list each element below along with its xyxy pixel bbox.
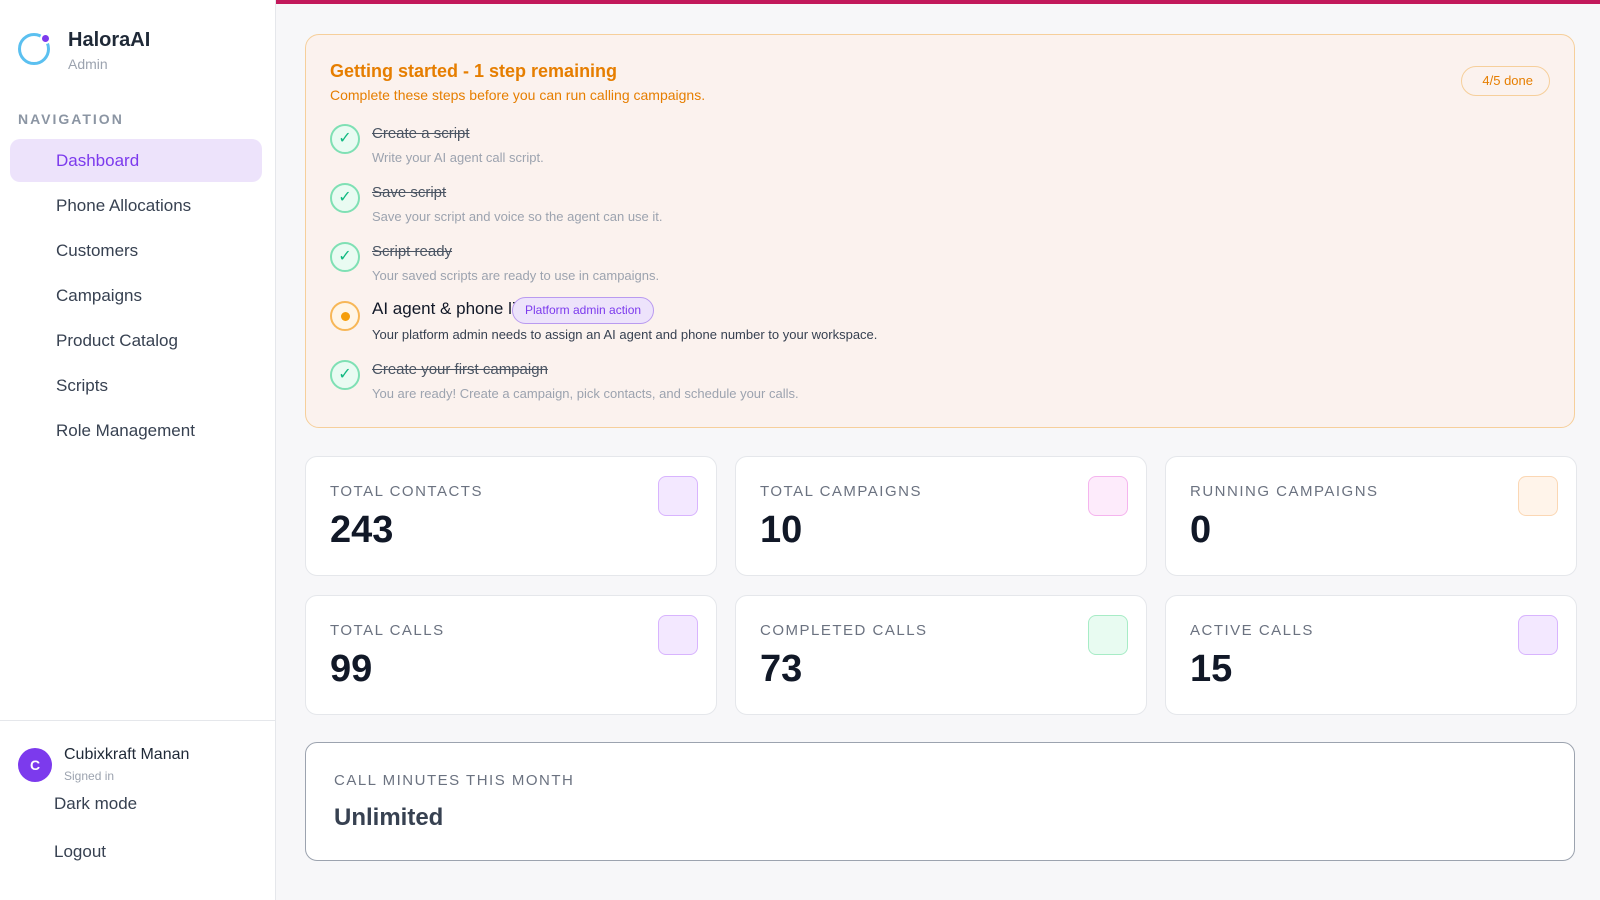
stat-value: 10 [760, 509, 803, 551]
sidebar-item-scripts[interactable]: Scripts [10, 364, 262, 407]
brand[interactable]: HaloraAI Admin [18, 28, 150, 72]
check-icon: ✓ [330, 360, 360, 390]
nav-heading: NAVIGATION [18, 111, 124, 127]
check-icon: ✓ [330, 242, 360, 272]
getting-started-panel: Getting started - 1 step remaining Compl… [305, 34, 1575, 428]
stat-card-completed-calls[interactable]: COMPLETED CALLS 73 [735, 595, 1147, 715]
active-calls-icon [1518, 615, 1558, 655]
stat-card-total-campaigns[interactable]: TOTAL CAMPAIGNS 10 [735, 456, 1147, 576]
step-description: Write your AI agent call script. [372, 150, 544, 165]
sidebar-footer: C Cubixkraft Manan Signed in Dark mode L… [0, 720, 275, 900]
pending-dot-icon [330, 301, 360, 331]
campaigns-icon [1088, 476, 1128, 516]
user-name: Cubixkraft Manan [64, 746, 190, 763]
sidebar-item-campaigns[interactable]: Campaigns [10, 274, 262, 317]
stat-label: TOTAL CAMPAIGNS [760, 483, 922, 500]
user-status: Signed in [64, 769, 115, 783]
call-minutes-label: CALL MINUTES THIS MONTH [334, 772, 575, 789]
brand-name: HaloraAI [68, 29, 151, 51]
sidebar-item-dashboard[interactable]: Dashboard [10, 139, 262, 182]
step-description: Your saved scripts are ready to use in c… [372, 268, 660, 283]
sidebar-item-product-catalog[interactable]: Product Catalog [10, 319, 262, 362]
step-title: Script ready [372, 243, 453, 260]
stat-label: TOTAL CONTACTS [330, 483, 483, 500]
sidebar-item-customers[interactable]: Customers [10, 229, 262, 272]
user-profile[interactable]: C Cubixkraft Manan Signed in [18, 746, 189, 783]
step-description: Your platform admin needs to assign an A… [372, 327, 878, 342]
stat-card-active-calls[interactable]: ACTIVE CALLS 15 [1165, 595, 1577, 715]
avatar: C [18, 747, 52, 782]
stat-value: 15 [1190, 648, 1233, 690]
contacts-icon [658, 476, 698, 516]
completed-calls-icon [1088, 615, 1128, 655]
sidebar-item-role-management[interactable]: Role Management [10, 409, 262, 452]
stat-value: 0 [1190, 509, 1212, 551]
brand-role: Admin [68, 56, 108, 72]
step-title: Create your first campaign [372, 361, 548, 378]
stat-label: TOTAL CALLS [330, 622, 445, 639]
sidebar-item-phone-allocations[interactable]: Phone Allocations [10, 184, 262, 227]
logout-button[interactable]: Logout [54, 842, 106, 862]
running-icon [1518, 476, 1558, 516]
platform-admin-badge: Platform admin action [512, 297, 655, 324]
stat-label: RUNNING CAMPAIGNS [1190, 483, 1379, 500]
stat-card-running-campaigns[interactable]: RUNNING CAMPAIGNS 0 [1165, 456, 1577, 576]
getting-started-subtitle: Complete these steps before you can run … [330, 87, 706, 103]
stat-label: COMPLETED CALLS [760, 622, 928, 639]
stat-card-total-calls[interactable]: TOTAL CALLS 99 [305, 595, 717, 715]
progress-badge: 4/5 done [1461, 66, 1550, 96]
brand-logo-icon [18, 30, 52, 65]
check-icon: ✓ [330, 124, 360, 154]
stat-value: 99 [330, 648, 373, 690]
step-title: Create a script [372, 125, 470, 142]
step-description: Save your script and voice so the agent … [372, 209, 663, 224]
step-description: You are ready! Create a campaign, pick c… [372, 386, 799, 401]
call-minutes-value: Unlimited [334, 804, 444, 831]
getting-started-title: Getting started - 1 step remaining [330, 61, 618, 81]
call-minutes-card: CALL MINUTES THIS MONTH Unlimited [305, 742, 1575, 861]
stat-card-total-contacts[interactable]: TOTAL CONTACTS 243 [305, 456, 717, 576]
check-icon: ✓ [330, 183, 360, 213]
stat-value: 243 [330, 509, 394, 551]
dark-mode-toggle[interactable]: Dark mode [54, 794, 137, 814]
stat-value: 73 [760, 648, 803, 690]
step-title: Save script [372, 184, 447, 201]
calls-icon [658, 615, 698, 655]
sidebar-nav: Dashboard Phone Allocations Customers Ca… [10, 139, 262, 454]
stat-label: ACTIVE CALLS [1190, 622, 1314, 639]
sidebar: HaloraAI Admin NAVIGATION Dashboard Phon… [0, 0, 276, 900]
